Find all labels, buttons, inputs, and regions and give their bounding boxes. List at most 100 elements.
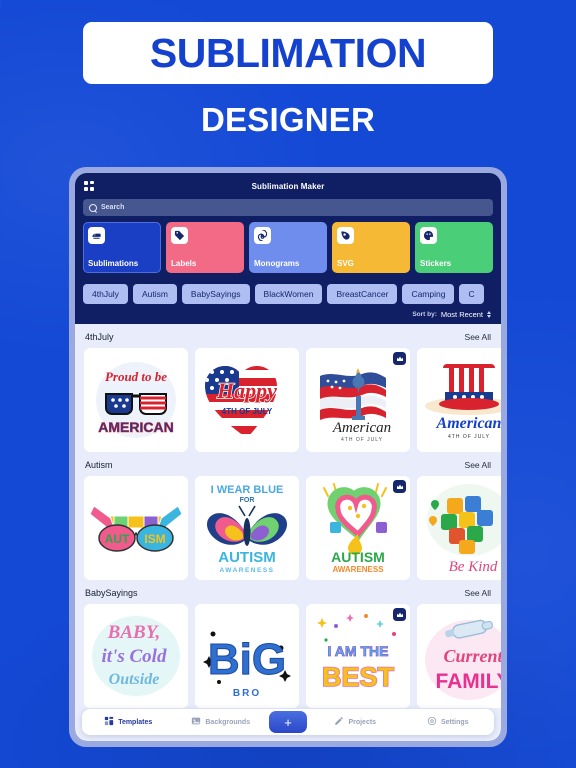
bottom-navigation: Templates Backgrounds + Projects Setting…	[82, 709, 494, 735]
svg-text:I AM THE: I AM THE	[328, 643, 389, 659]
promo-header: SUBLIMATION DESIGNER	[0, 0, 576, 139]
search-input[interactable]: Search	[83, 199, 493, 216]
section-row-autism[interactable]: AUT ISM I WEAR BLUE FOR AUTISM AWARENESS…	[75, 476, 501, 580]
pen-nib-icon	[337, 227, 354, 244]
chip-filter-row[interactable]: 4thJuly Autism BabySayings BlackWomen Br…	[75, 281, 501, 304]
template-card-american-uncle-sam-hat[interactable]: American 4TH OF JULY	[417, 348, 501, 452]
chip-camping[interactable]: Camping	[402, 284, 455, 304]
tablet-frame: Sublimation Maker Search Sublimations La…	[69, 167, 507, 747]
svg-text:BRO: BRO	[233, 688, 261, 699]
svg-text:American: American	[332, 420, 391, 436]
section-header-babysayings: BabySayings See All	[75, 580, 501, 604]
templates-icon	[104, 713, 114, 731]
see-all-link[interactable]: See All	[465, 588, 491, 598]
spiral-icon	[254, 227, 271, 244]
svg-text:AUTISM: AUTISM	[218, 549, 276, 566]
category-tile-sublimations[interactable]: Sublimations	[83, 222, 161, 273]
section-header-autism: Autism See All	[75, 452, 501, 476]
see-all-link[interactable]: See All	[465, 460, 491, 470]
section-title: 4thJuly	[85, 332, 114, 342]
chip-4thjuly[interactable]: 4thJuly	[83, 284, 128, 304]
create-new-button[interactable]: +	[269, 711, 307, 733]
section-title: BabySayings	[85, 588, 138, 598]
tag-icon	[171, 227, 188, 244]
premium-crown-badge	[393, 480, 406, 493]
section-row-4thjuly[interactable]: Proud to be AMERICAN Happy 4TH OF JULY A…	[75, 348, 501, 452]
template-card-i-wear-blue-butterfly[interactable]: I WEAR BLUE FOR AUTISM AWARENESS	[195, 476, 299, 580]
up-down-chevron-icon[interactable]	[487, 311, 491, 318]
iron-icon	[88, 227, 105, 244]
svg-text:AMERICAN: AMERICAN	[98, 419, 173, 435]
template-card-proud-to-be-american[interactable]: Proud to be AMERICAN	[84, 348, 188, 452]
template-card-big[interactable]: BiG BRO	[195, 604, 299, 708]
category-label: Labels	[171, 259, 197, 268]
search-bar-wrap: Search	[75, 199, 501, 222]
search-placeholder: Search	[101, 204, 125, 211]
category-label: SVG	[337, 259, 354, 268]
template-card-baby-its-cold[interactable]: BABY, it's Cold Outside	[84, 604, 188, 708]
app-screen: Sublimation Maker Search Sublimations La…	[75, 173, 501, 741]
content-scroll-area[interactable]: 4thJuly See All Proud to be AMERICAN Hap…	[75, 324, 501, 741]
nav-label: Templates	[118, 718, 153, 726]
sticker-icon	[420, 227, 437, 244]
sort-value: Most Recent	[440, 310, 483, 319]
pencil-icon	[334, 713, 344, 731]
nav-label: Projects	[348, 718, 377, 726]
chip-next-partial[interactable]: C	[459, 284, 484, 304]
premium-crown-badge	[393, 352, 406, 365]
section-title: Autism	[85, 460, 113, 470]
svg-text:4TH OF JULY: 4TH OF JULY	[222, 407, 273, 416]
svg-text:Happy: Happy	[216, 378, 277, 403]
nav-label: Backgrounds	[205, 718, 251, 726]
search-icon	[89, 204, 97, 212]
category-tile-stickers[interactable]: Stickers	[415, 222, 493, 273]
template-card-happy-4th-of-july-heart[interactable]: Happy 4TH OF JULY	[195, 348, 299, 452]
svg-text:AWARENESS: AWARENESS	[219, 567, 274, 574]
promo-title-band: SUBLIMATION	[83, 22, 493, 84]
nav-item-templates[interactable]: Templates	[82, 713, 175, 731]
chip-babysayings[interactable]: BabySayings	[181, 284, 250, 304]
nav-label: Settings	[440, 718, 469, 726]
template-card-i-am-the-best[interactable]: I AM THE BEST	[306, 604, 410, 708]
svg-text:4TH OF JULY: 4TH OF JULY	[448, 434, 490, 440]
image-icon	[191, 713, 201, 731]
category-tile-svg[interactable]: SVG	[332, 222, 410, 273]
svg-text:BABY,: BABY,	[107, 622, 161, 643]
chip-breastcancer[interactable]: BreastCancer	[327, 284, 398, 304]
svg-text:BEST: BEST	[322, 662, 395, 692]
svg-text:Proud to be: Proud to be	[105, 369, 167, 384]
svg-text:I WEAR BLUE: I WEAR BLUE	[211, 484, 284, 496]
template-card-autism-sunglasses-bandana[interactable]: AUT ISM	[84, 476, 188, 580]
svg-text:Current: Current	[443, 646, 501, 666]
category-label: Monograms	[254, 259, 300, 268]
nav-item-projects[interactable]: Projects	[309, 713, 402, 731]
app-header: Sublimation Maker	[75, 173, 501, 199]
promo-subtitle: DESIGNER	[201, 101, 375, 138]
chip-autism[interactable]: Autism	[132, 284, 177, 304]
sort-label: Sort by:	[412, 311, 437, 318]
template-card-american-statue-flag[interactable]: American 4TH OF JULY	[306, 348, 410, 452]
template-card-current-family[interactable]: Current FAMILY	[417, 604, 501, 708]
template-card-be-kind-puzzle-heart[interactable]: Be Kind	[417, 476, 501, 580]
svg-text:Be Kind: Be Kind	[449, 559, 498, 575]
promo-title: SUBLIMATION	[149, 29, 427, 76]
gear-icon	[427, 713, 437, 731]
see-all-link[interactable]: See All	[465, 332, 491, 342]
premium-crown-badge	[393, 608, 406, 621]
svg-text:ISM: ISM	[144, 532, 165, 546]
svg-text:FAMILY: FAMILY	[435, 670, 501, 693]
svg-text:BiG: BiG	[208, 635, 286, 684]
category-tiles: Sublimations Labels Monograms SVG Sticke…	[75, 222, 501, 281]
category-tile-labels[interactable]: Labels	[166, 222, 244, 273]
app-title: Sublimation Maker	[251, 181, 325, 191]
nav-item-backgrounds[interactable]: Backgrounds	[175, 713, 268, 731]
category-label: Sublimations	[88, 259, 139, 268]
section-row-babysayings[interactable]: BABY, it's Cold Outside BiG BRO I AM THE…	[75, 604, 501, 708]
section-header-4thjuly: 4thJuly See All	[75, 324, 501, 348]
sort-control[interactable]: Sort by: Most Recent	[75, 304, 501, 324]
template-card-autism-awareness-heart[interactable]: AUTISM AWARENESS	[306, 476, 410, 580]
category-tile-monograms[interactable]: Monograms	[249, 222, 327, 273]
chip-blackwomen[interactable]: BlackWomen	[254, 284, 323, 304]
nav-item-settings[interactable]: Settings	[402, 713, 495, 731]
svg-text:Outside: Outside	[109, 671, 160, 688]
